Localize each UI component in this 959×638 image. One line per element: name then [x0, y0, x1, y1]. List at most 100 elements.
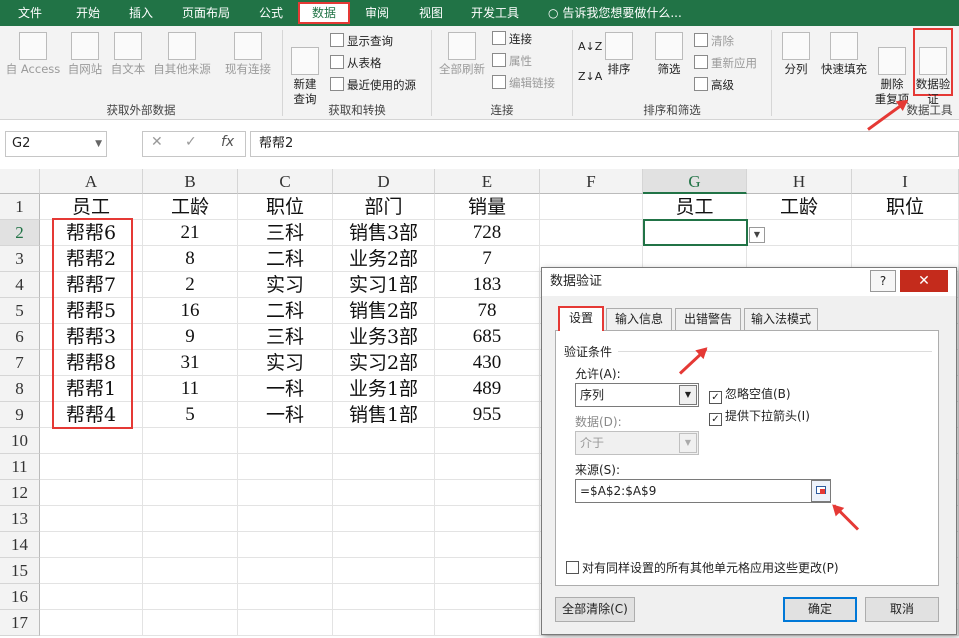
from-text-button[interactable]: 自文本: [107, 32, 149, 77]
chevron-down-icon[interactable]: ▼: [679, 385, 697, 405]
cell-c15[interactable]: [238, 558, 333, 584]
cell-a14[interactable]: [40, 532, 143, 558]
ok-button[interactable]: 确定: [783, 597, 857, 622]
cell-e15[interactable]: [435, 558, 540, 584]
cell-c5[interactable]: 二科: [238, 298, 333, 324]
cell-a10[interactable]: [40, 428, 143, 454]
cell-b14[interactable]: [143, 532, 238, 558]
check-icon[interactable]: ✓: [185, 134, 197, 150]
cell-a16[interactable]: [40, 584, 143, 610]
formula-input[interactable]: 帮帮2: [250, 131, 959, 157]
advanced-filter-button[interactable]: 高级: [694, 76, 734, 94]
row-header-12[interactable]: 12: [0, 480, 40, 506]
cell-d13[interactable]: [333, 506, 435, 532]
cell-d10[interactable]: [333, 428, 435, 454]
row-header-11[interactable]: 11: [0, 454, 40, 480]
cell-e16[interactable]: [435, 584, 540, 610]
cell-e11[interactable]: [435, 454, 540, 480]
cell-c6[interactable]: 三科: [238, 324, 333, 350]
cell-e10[interactable]: [435, 428, 540, 454]
cancel-button[interactable]: 取消: [865, 597, 939, 622]
cell-g1[interactable]: 员工: [643, 194, 747, 220]
flash-fill-button[interactable]: 快速填充: [818, 32, 870, 77]
cell-b6[interactable]: 9: [143, 324, 238, 350]
cell-c1[interactable]: 职位: [238, 194, 333, 220]
cell-e7[interactable]: 430: [435, 350, 540, 376]
insert-function-icon[interactable]: fx: [221, 134, 234, 150]
recent-sources-button[interactable]: 最近使用的源: [330, 76, 416, 94]
tab-settings[interactable]: 设置: [558, 306, 604, 331]
source-input[interactable]: =$A$2:$A$9: [575, 479, 831, 503]
cell-b1[interactable]: 工龄: [143, 194, 238, 220]
edit-links-button[interactable]: 编辑链接: [492, 74, 555, 92]
cell-d16[interactable]: [333, 584, 435, 610]
cell-e17[interactable]: [435, 610, 540, 636]
cell-e12[interactable]: [435, 480, 540, 506]
cell-e3[interactable]: 7: [435, 246, 540, 272]
cell-a13[interactable]: [40, 506, 143, 532]
column-header-h[interactable]: H: [747, 169, 852, 194]
cell-e9[interactable]: 955: [435, 402, 540, 428]
row-header-14[interactable]: 14: [0, 532, 40, 558]
cell-e2[interactable]: 728: [435, 220, 540, 246]
tab-developer[interactable]: 开发工具: [462, 0, 528, 26]
cell-d3[interactable]: 业务2部: [333, 246, 435, 272]
properties-button[interactable]: 属性: [492, 52, 532, 70]
cell-d5[interactable]: 销售2部: [333, 298, 435, 324]
in-cell-dropdown-checkbox[interactable]: ✓ 提供下拉箭头(I): [709, 409, 810, 426]
tab-home[interactable]: 开始: [62, 0, 114, 26]
ignore-blank-checkbox[interactable]: ✓ 忽略空值(B): [709, 387, 791, 404]
cell-d1[interactable]: 部门: [333, 194, 435, 220]
column-header-e[interactable]: E: [435, 169, 540, 194]
cell-c12[interactable]: [238, 480, 333, 506]
cell-h1[interactable]: 工龄: [747, 194, 852, 220]
cell-a1[interactable]: 员工: [40, 194, 143, 220]
row-header-7[interactable]: 7: [0, 350, 40, 376]
column-header-b[interactable]: B: [143, 169, 238, 194]
cell-b10[interactable]: [143, 428, 238, 454]
row-header-13[interactable]: 13: [0, 506, 40, 532]
cell-c8[interactable]: 一科: [238, 376, 333, 402]
cell-b9[interactable]: 5: [143, 402, 238, 428]
connections-button[interactable]: 连接: [492, 30, 532, 48]
sort-descending-button[interactable]: Z↓A: [578, 68, 602, 86]
cell-a15[interactable]: [40, 558, 143, 584]
tab-review[interactable]: 审阅: [354, 0, 400, 26]
tab-view[interactable]: 视图: [408, 0, 454, 26]
cell-dropdown-arrow-icon[interactable]: ▼: [749, 227, 765, 243]
row-header-6[interactable]: 6: [0, 324, 40, 350]
row-header-16[interactable]: 16: [0, 584, 40, 610]
cell-b17[interactable]: [143, 610, 238, 636]
refresh-all-button[interactable]: 全部刷新: [436, 32, 488, 77]
tab-input-message[interactable]: 输入信息: [606, 308, 672, 330]
cell-b7[interactable]: 31: [143, 350, 238, 376]
cancel-icon[interactable]: ✕: [151, 134, 163, 150]
clear-all-button[interactable]: 全部清除(C): [555, 597, 635, 622]
cell-f2[interactable]: [540, 220, 643, 246]
cell-b13[interactable]: [143, 506, 238, 532]
row-header-10[interactable]: 10: [0, 428, 40, 454]
select-all-corner[interactable]: [0, 169, 40, 194]
column-header-a[interactable]: A: [40, 169, 143, 194]
cell-b2[interactable]: 21: [143, 220, 238, 246]
column-header-g[interactable]: G: [643, 169, 747, 194]
cell-d7[interactable]: 实习2部: [333, 350, 435, 376]
cell-d2[interactable]: 销售3部: [333, 220, 435, 246]
data-validation-button[interactable]: 数据验 证: [913, 28, 953, 106]
cell-d15[interactable]: [333, 558, 435, 584]
cell-b8[interactable]: 11: [143, 376, 238, 402]
tab-page-layout[interactable]: 页面布局: [170, 0, 242, 26]
cell-a17[interactable]: [40, 610, 143, 636]
row-header-4[interactable]: 4: [0, 272, 40, 298]
cell-c16[interactable]: [238, 584, 333, 610]
sort-button[interactable]: 排序: [602, 32, 636, 77]
clear-filter-button[interactable]: 清除: [694, 32, 734, 50]
cell-c13[interactable]: [238, 506, 333, 532]
row-header-15[interactable]: 15: [0, 558, 40, 584]
text-to-columns-button[interactable]: 分列: [778, 32, 814, 77]
row-header-2[interactable]: 2: [0, 220, 40, 246]
cell-b5[interactable]: 16: [143, 298, 238, 324]
column-header-c[interactable]: C: [238, 169, 333, 194]
from-table-button[interactable]: 从表格: [330, 54, 382, 72]
name-box[interactable]: G2 ▼: [5, 131, 107, 157]
